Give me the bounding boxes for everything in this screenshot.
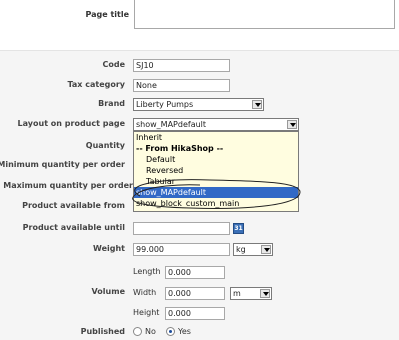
brand-label: Brand: [98, 99, 125, 108]
volume-unit-select[interactable]: m: [230, 287, 272, 300]
layout-option-show-mapdefault[interactable]: show_MAPdefault: [134, 187, 298, 198]
weight-unit-select[interactable]: kg: [233, 243, 273, 256]
calendar-icon[interactable]: 31: [233, 223, 244, 234]
code-label: Code: [102, 60, 125, 69]
code-row: Code SJ10: [0, 59, 399, 73]
weight-input[interactable]: 99.000: [133, 243, 230, 256]
published-row: Published No Yes: [0, 326, 399, 340]
layout-option-default[interactable]: Default: [134, 154, 298, 165]
weight-unit-value: kg: [236, 245, 246, 254]
volume-unit-value: m: [233, 289, 241, 298]
available-until-input[interactable]: [133, 222, 230, 235]
min-qty-label: Minimum quantity per order: [0, 160, 125, 169]
brand-select[interactable]: Liberty Pumps: [133, 98, 264, 111]
weight-row: Weight 99.000 kg: [0, 243, 399, 257]
layout-select[interactable]: show_MAPdefault: [133, 118, 299, 131]
chevron-down-icon: [252, 100, 262, 109]
available-until-row: Product available until 31: [0, 222, 399, 236]
available-until-label: Product available until: [22, 223, 125, 232]
layout-option-group-hikashop: -- From HikaShop --: [136, 144, 224, 153]
weight-label: Weight: [93, 244, 125, 253]
brand-value: Liberty Pumps: [136, 100, 194, 109]
page-title-panel: Page title: [0, 0, 399, 51]
layout-option-show-block-custom-main[interactable]: show_block_custom_main: [134, 198, 298, 209]
layout-row: Layout on product page show_MAPdefault: [0, 118, 399, 132]
width-label: Width: [133, 288, 157, 297]
brand-row: Brand Liberty Pumps: [0, 98, 399, 112]
chevron-down-icon: [260, 289, 270, 298]
tax-category-row: Tax category None: [0, 79, 399, 93]
width-input[interactable]: 0.000: [165, 287, 225, 300]
tax-category-value: None: [136, 81, 157, 90]
layout-value: show_MAPdefault: [136, 120, 207, 129]
tax-category-label: Tax category: [67, 80, 125, 89]
layout-label: Layout on product page: [17, 119, 125, 128]
tax-category-select[interactable]: None: [133, 79, 230, 92]
height-label: Height: [133, 308, 160, 317]
length-input[interactable]: 0.000: [165, 266, 225, 279]
code-input[interactable]: SJ10: [133, 59, 230, 72]
page-title-label: Page title: [85, 10, 129, 19]
available-from-label: Product available from: [22, 201, 125, 210]
chevron-down-icon: [287, 120, 297, 129]
page-title-input[interactable]: [134, 0, 395, 29]
layout-option-tabular[interactable]: Tabular: [134, 176, 298, 187]
quantity-label: Quantity: [85, 141, 125, 150]
layout-dropdown-list[interactable]: Inherit -- From HikaShop -- Default Reve…: [133, 131, 299, 212]
layout-option-inherit[interactable]: Inherit: [134, 132, 298, 143]
length-label: Length: [133, 267, 161, 276]
volume-label: Volume: [91, 287, 125, 296]
chevron-down-icon: [261, 245, 271, 254]
height-input[interactable]: 0.000: [165, 307, 225, 320]
layout-option-reversed[interactable]: Reversed: [134, 165, 298, 176]
max-qty-label: Maximum quantity per order: [3, 181, 133, 190]
